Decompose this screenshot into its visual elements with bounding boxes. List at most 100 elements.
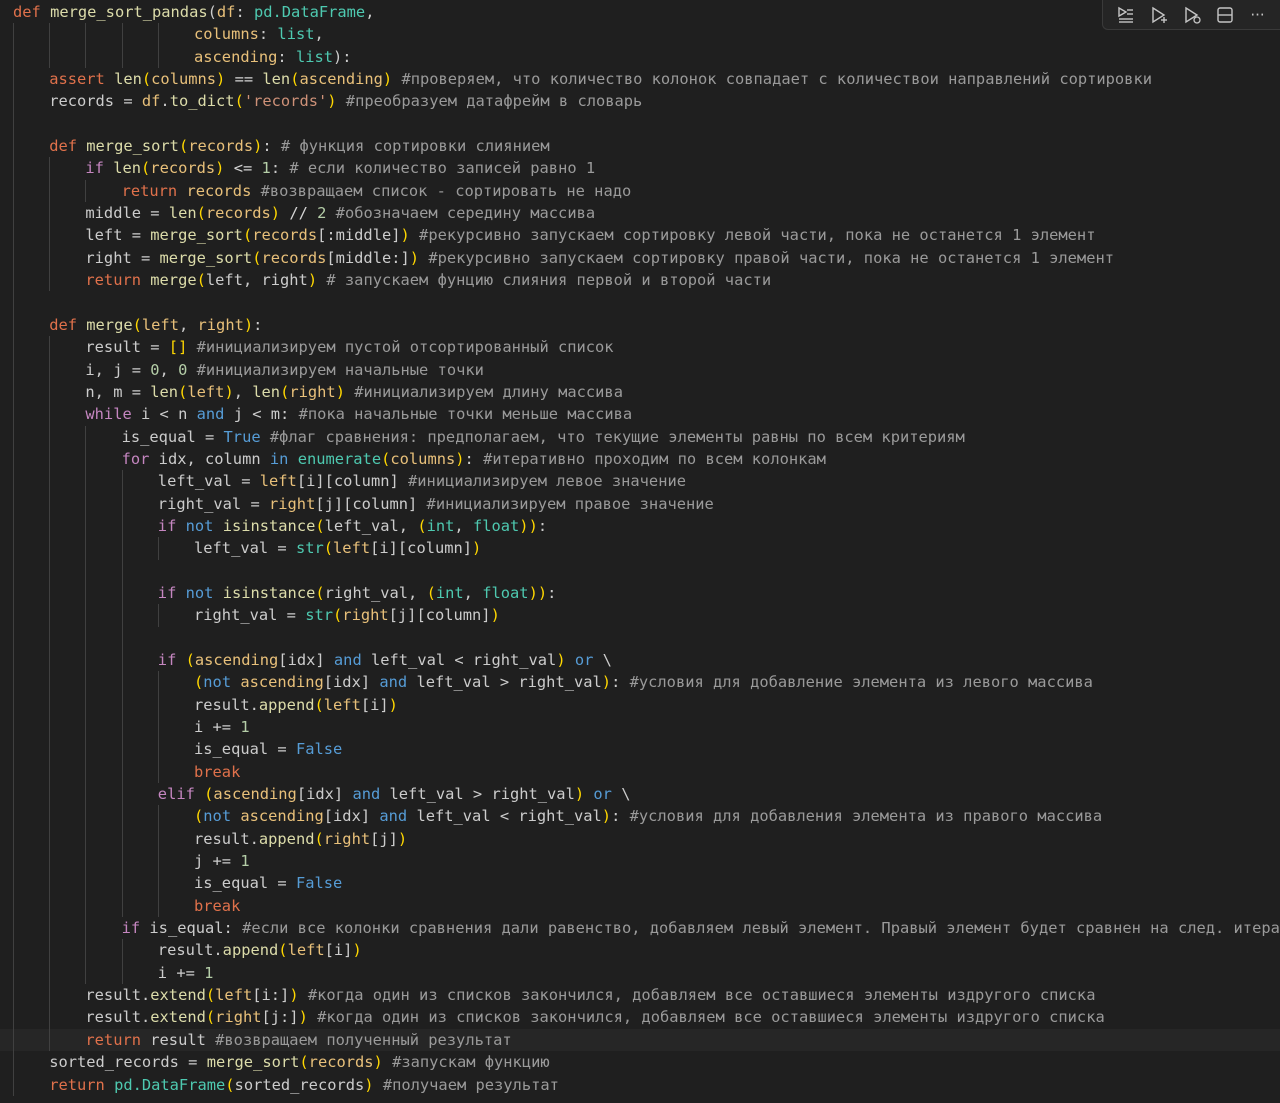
code-token: )	[216, 70, 226, 89]
code-line[interactable]: return records #возвращаем список - сорт…	[0, 179, 1280, 203]
code-token: return	[121, 181, 187, 200]
code-line[interactable]: break	[0, 760, 1280, 784]
code-line[interactable]: result.append(left[i])	[0, 693, 1280, 716]
code-token: extend	[150, 1008, 206, 1027]
code-line[interactable]: n, m = len(left), len(right) #инициализи…	[0, 380, 1280, 404]
more-actions-button[interactable]: ···	[1245, 3, 1271, 27]
code-line[interactable]: elif (ascending[idx] and left_val > righ…	[0, 783, 1280, 806]
execute-above-cells-button[interactable]	[1113, 3, 1139, 27]
indent-guide	[13, 135, 14, 158]
code-token: i +=	[194, 718, 241, 736]
code-token: 2	[317, 204, 327, 223]
indent-guide	[13, 269, 14, 292]
code-token: len	[150, 382, 179, 401]
code-line[interactable]: i, j = 0, 0 #инициализируем начальные то…	[0, 358, 1280, 381]
indent-guide	[13, 894, 14, 918]
code-line[interactable]: return merge(left, right) # запускаем фу…	[0, 269, 1280, 292]
indent-guide	[13, 358, 14, 381]
code-token: def	[13, 3, 41, 21]
code-line[interactable]: assert len(columns) == len(ascending) #п…	[0, 68, 1280, 91]
code-line[interactable]: j += 1	[0, 850, 1280, 873]
code-token: :	[235, 3, 254, 21]
code-token: str	[305, 606, 334, 625]
indent-guide	[13, 559, 14, 582]
code-line[interactable]: def merge(left, right):	[0, 313, 1280, 337]
code-line[interactable]: right = merge_sort(records[middle:]) #ре…	[0, 246, 1280, 270]
code-line[interactable]: left = merge_sort(records[:middle]) #рек…	[0, 224, 1280, 247]
code-line[interactable]: left_val = left[i][column] #инициализиру…	[0, 470, 1280, 493]
code-line[interactable]: if not isinstance(left_val, (int, float)…	[0, 514, 1280, 538]
code-line[interactable]: is_equal = False	[0, 872, 1280, 895]
code-token: or	[584, 785, 612, 804]
code-line[interactable]: result = [] #инициализируем пустой отсор…	[0, 336, 1280, 359]
code-line[interactable]: (not ascending[idx] and left_val < right…	[0, 805, 1280, 828]
code-token: [i][column]	[370, 539, 473, 558]
code-token: .	[160, 92, 170, 111]
code-token: append	[258, 829, 315, 848]
code-token: (	[278, 941, 288, 960]
code-token: ,	[454, 516, 473, 535]
indent-guide	[49, 850, 51, 873]
code-token: )	[601, 673, 612, 692]
code-line[interactable]: if not isinstance(right_val, (int, float…	[0, 581, 1280, 605]
indent-guide	[157, 537, 159, 560]
code-token: [i][column]	[296, 472, 399, 491]
code-lines[interactable]: def merge_sort_pandas(df: pd.DataFrame, c…	[0, 1, 1280, 1096]
code-line[interactable]: def merge_sort_pandas(df: pd.DataFrame,	[0, 1, 1280, 23]
indent-guide	[85, 559, 87, 582]
code-token: left	[259, 472, 297, 491]
code-line[interactable]: def merge_sort(records): # функция сорти…	[0, 135, 1280, 158]
code-line[interactable]: left_val = str(left[i][column])	[0, 537, 1280, 560]
code-line[interactable]	[0, 559, 1280, 582]
code-token: 0	[178, 360, 188, 379]
code-comment: #обозначаем середину массива	[326, 204, 596, 223]
code-line[interactable]: is_equal = True #флаг сравнения: предпол…	[0, 425, 1280, 448]
code-line[interactable]: break	[0, 894, 1280, 918]
code-line[interactable]: result.extend(left[i:]) #когда один из с…	[0, 984, 1280, 1007]
code-line[interactable]: for idx, column in enumerate(columns): #…	[0, 447, 1280, 471]
indent-guide	[13, 112, 14, 136]
code-line[interactable]: result.append(right[j])	[0, 827, 1280, 851]
code-line[interactable]: right_val = right[j][column] #инициализи…	[0, 492, 1280, 515]
code-line[interactable]: if (ascending[idx] and left_val < right_…	[0, 648, 1280, 672]
code-line[interactable]: is_equal = False	[0, 738, 1280, 761]
code-line[interactable]	[0, 626, 1280, 649]
split-cell-button[interactable]	[1212, 3, 1238, 27]
code-token: (	[280, 382, 290, 401]
code-line[interactable]	[0, 291, 1280, 314]
code-token: records	[186, 181, 252, 200]
code-line[interactable]: ascending: list):	[0, 45, 1280, 69]
code-token: list	[277, 25, 315, 44]
code-line[interactable]: middle = len(records) // 2 #обозначаем с…	[0, 202, 1280, 225]
indent-guide	[49, 604, 51, 627]
code-line[interactable]: right_val = str(right[j][column])	[0, 604, 1280, 627]
code-line[interactable]: i += 1	[0, 716, 1280, 739]
code-line[interactable]: (not ascending[idx] and left_val > right…	[0, 671, 1280, 694]
indent-guide	[85, 805, 87, 828]
code-line[interactable]: while i < n and j < m: #пока начальные т…	[0, 403, 1280, 426]
code-line[interactable]: sorted_records = merge_sort(records) #за…	[0, 1051, 1280, 1074]
code-comment: #инициализируем левое значение	[398, 472, 686, 491]
run-below-button[interactable]	[1146, 3, 1172, 27]
code-line[interactable]	[0, 112, 1280, 136]
code-line[interactable]: records = df.to_dict('records') #преобра…	[0, 90, 1280, 113]
code-line[interactable]: columns: list,	[0, 23, 1280, 46]
code-line[interactable]: result.append(left[i])	[0, 939, 1280, 962]
indent-guide	[85, 872, 87, 895]
code-line[interactable]: if is_equal: #если все колонки сравнения…	[0, 917, 1280, 940]
code-line[interactable]: return pd.DataFrame(sorted_records) #пол…	[0, 1073, 1280, 1096]
indent-guide	[13, 693, 14, 716]
code-line[interactable]: result.extend(right[j:]) #когда один из …	[0, 1006, 1280, 1029]
indent-guide	[85, 894, 87, 918]
code-line[interactable]: return result #возвращаем полученный рез…	[0, 1028, 1280, 1052]
code-line[interactable]: if len(records) <= 1: # если количество …	[0, 157, 1280, 180]
code-token: return	[85, 1030, 151, 1049]
code-token: :	[611, 673, 621, 692]
code-line[interactable]: i += 1	[0, 961, 1280, 985]
code-editor[interactable]: def merge_sort_pandas(df: pd.DataFrame, c…	[0, 0, 1280, 1103]
code-token: if	[157, 650, 186, 669]
code-token: if	[157, 516, 186, 535]
debug-cell-button[interactable]	[1179, 3, 1205, 27]
code-token: )	[327, 92, 337, 111]
indent-guide	[121, 537, 123, 560]
